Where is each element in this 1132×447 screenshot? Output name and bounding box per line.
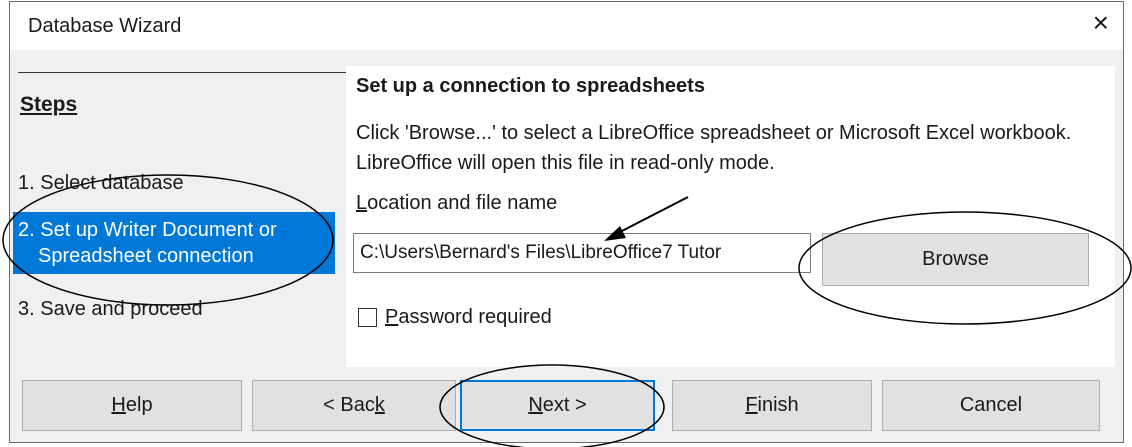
highlight-ellipse-browse	[798, 211, 1132, 325]
annotation-overlay	[2, 174, 1132, 447]
highlight-ellipse-next	[439, 364, 665, 447]
annotation-arrowhead	[604, 226, 626, 241]
highlight-ellipse-steps	[2, 174, 334, 306]
annotation-arrow	[617, 196, 689, 234]
